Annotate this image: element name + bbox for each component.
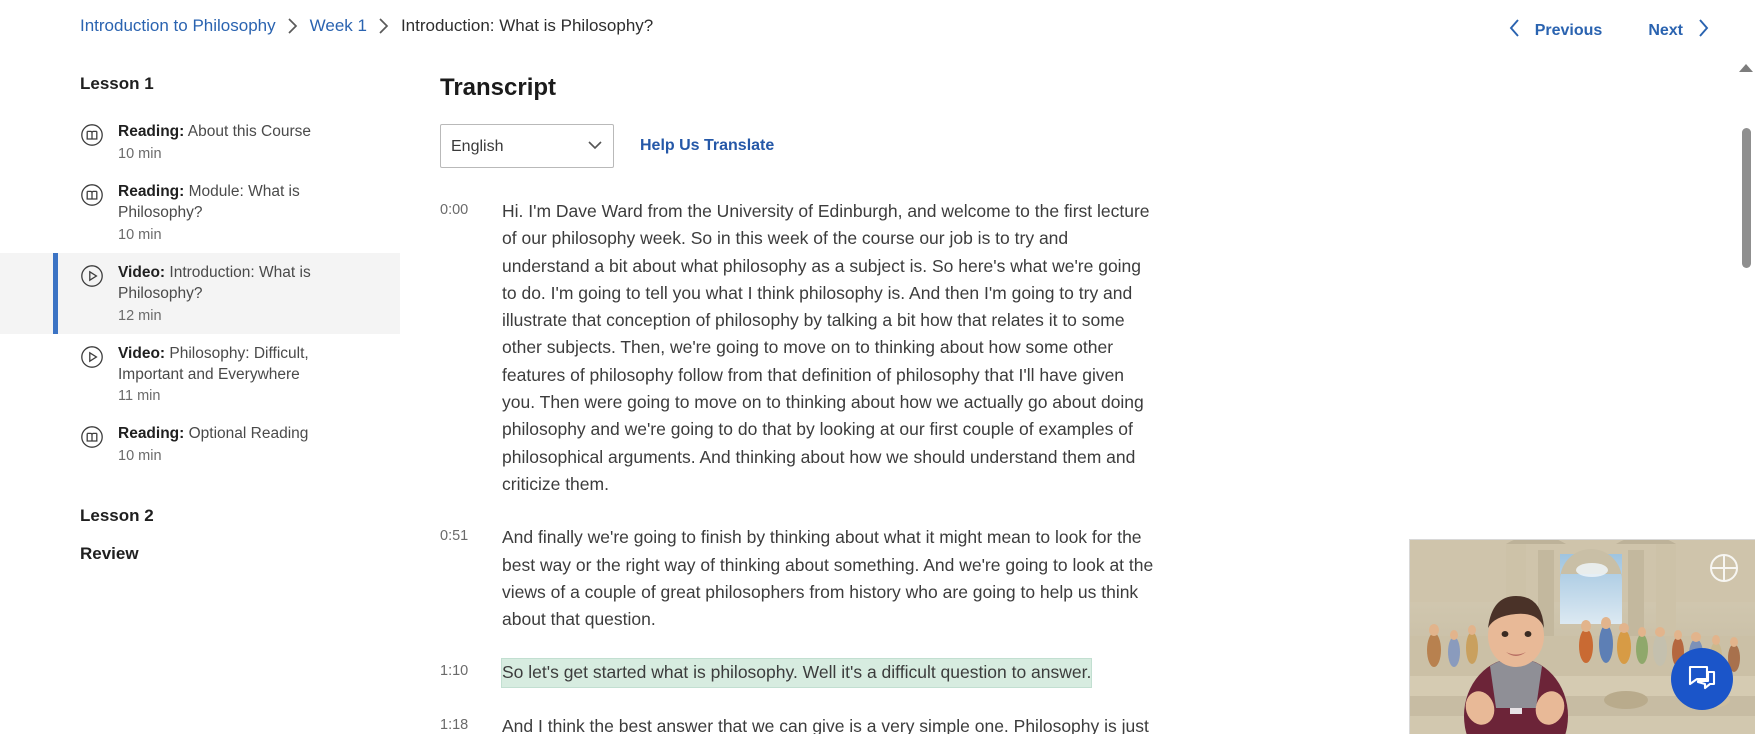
cue-timestamp[interactable]: 0:51 [440,524,502,544]
sidebar-item-body: Video: Introduction: What is Philosophy?… [118,263,318,324]
sidebar-item-name: About this Course [187,123,311,140]
watermark-icon [1710,554,1738,582]
cue-text[interactable]: Hi. I'm Dave Ward from the University of… [502,198,1159,498]
sidebar-item-kind: Reading: [118,182,185,200]
sidebar-item-kind: Video: [118,263,166,281]
cue-timestamp[interactable]: 0:00 [440,198,502,218]
cue-text[interactable]: And finally we're going to finish by thi… [502,524,1159,633]
chat-bubbles-icon [1686,661,1718,698]
book-icon [80,425,104,449]
play-circle-icon [80,345,104,369]
page-title: Transcript [440,74,557,101]
sidebar-item-body: Video: Philosophy: Difficult, Important … [118,344,318,405]
review-heading[interactable]: Review [0,544,400,564]
sidebar-item-title: Reading: Optional Reading [118,424,308,445]
transcript-cue[interactable]: 0:00 Hi. I'm Dave Ward from the Universi… [400,198,1655,498]
sidebar-item-kind: Reading: [118,123,185,140]
scroll-up-arrow-icon[interactable] [1739,64,1753,72]
sidebar-item-title: Video: Philosophy: Difficult, Important … [118,344,318,386]
chevron-right-icon [276,17,310,35]
sidebar-item-reading-optional-reading[interactable]: Reading: Optional Reading 10 min [0,414,400,474]
breadcrumb-course-link[interactable]: Introduction to Philosophy [80,16,276,36]
cue-text[interactable]: And I think the best answer that we can … [502,713,1159,734]
previous-label: Previous [1534,21,1603,39]
cue-text[interactable]: So let's get started what is philosophy.… [502,659,1092,687]
play-circle-icon [80,264,104,288]
sidebar-item-body: Reading: About this Course 10 min [118,122,311,162]
sidebar-item-title: Reading: About this Course [118,122,311,143]
sidebar-item-video-philosophy-difficult-important-everywhere[interactable]: Video: Philosophy: Difficult, Important … [0,334,400,415]
top-bar: Introduction to Philosophy Week 1 Introd… [0,0,1755,56]
chevron-left-icon [1509,18,1521,43]
sidebar-item-video-introduction-what-is-philosophy[interactable]: Video: Introduction: What is Philosophy?… [0,252,400,334]
scrollbar-thumb[interactable] [1742,128,1751,268]
lesson-navigation: Previous Next [1503,14,1715,47]
sidebar-item-kind: Video: [118,344,166,362]
lesson-1-heading: Lesson 1 [80,74,154,93]
next-button[interactable]: Next [1642,14,1715,47]
lesson-2-heading[interactable]: Lesson 2 [0,506,400,526]
breadcrumb-current-page: Introduction: What is Philosophy? [400,16,654,35]
language-select[interactable]: English [440,124,614,168]
sidebar-item-body: Reading: Optional Reading 10 min [118,424,308,464]
sidebar-item-kind: Reading: [118,425,185,443]
sidebar-item-duration: 11 min [118,388,161,405]
sidebar-item-reading-about-this-course[interactable]: Reading: About this Course 10 min [0,112,400,172]
sidebar-item-name: Optional Reading [188,425,309,443]
transcript-controls: English Help Us Translate [440,124,1655,168]
previous-button[interactable]: Previous [1503,14,1609,47]
chevron-right-icon [1697,18,1709,43]
sidebar-item-duration: 10 min [118,448,162,465]
sidebar-item-reading-module-what-is-philosophy[interactable]: Reading: Module: What is Philosophy? 10 … [0,172,400,253]
book-icon [80,183,104,207]
next-label: Next [1648,21,1683,39]
sidebar-item-body: Reading: Module: What is Philosophy? 10 … [118,182,318,243]
sidebar-item-duration: 10 min [118,226,162,243]
breadcrumb-week-link[interactable]: Week 1 [310,16,367,36]
help-us-translate-link[interactable]: Help Us Translate [640,137,774,155]
book-icon [80,123,104,147]
sidebar-item-title: Video: Introduction: What is Philosophy? [118,263,318,305]
breadcrumb: Introduction to Philosophy Week 1 Introd… [80,16,653,36]
cue-timestamp[interactable]: 1:18 [440,713,502,733]
language-select-wrapper: English [440,124,614,168]
cue-timestamp[interactable]: 1:10 [440,659,502,679]
chat-button[interactable] [1671,648,1733,710]
lesson-sidebar: Lesson 1 Reading: About this Course 10 m… [0,56,400,734]
sidebar-item-duration: 12 min [118,307,162,324]
chevron-right-icon [367,17,401,35]
sidebar-item-title: Reading: Module: What is Philosophy? [118,182,318,224]
sidebar-item-duration: 10 min [118,145,162,162]
